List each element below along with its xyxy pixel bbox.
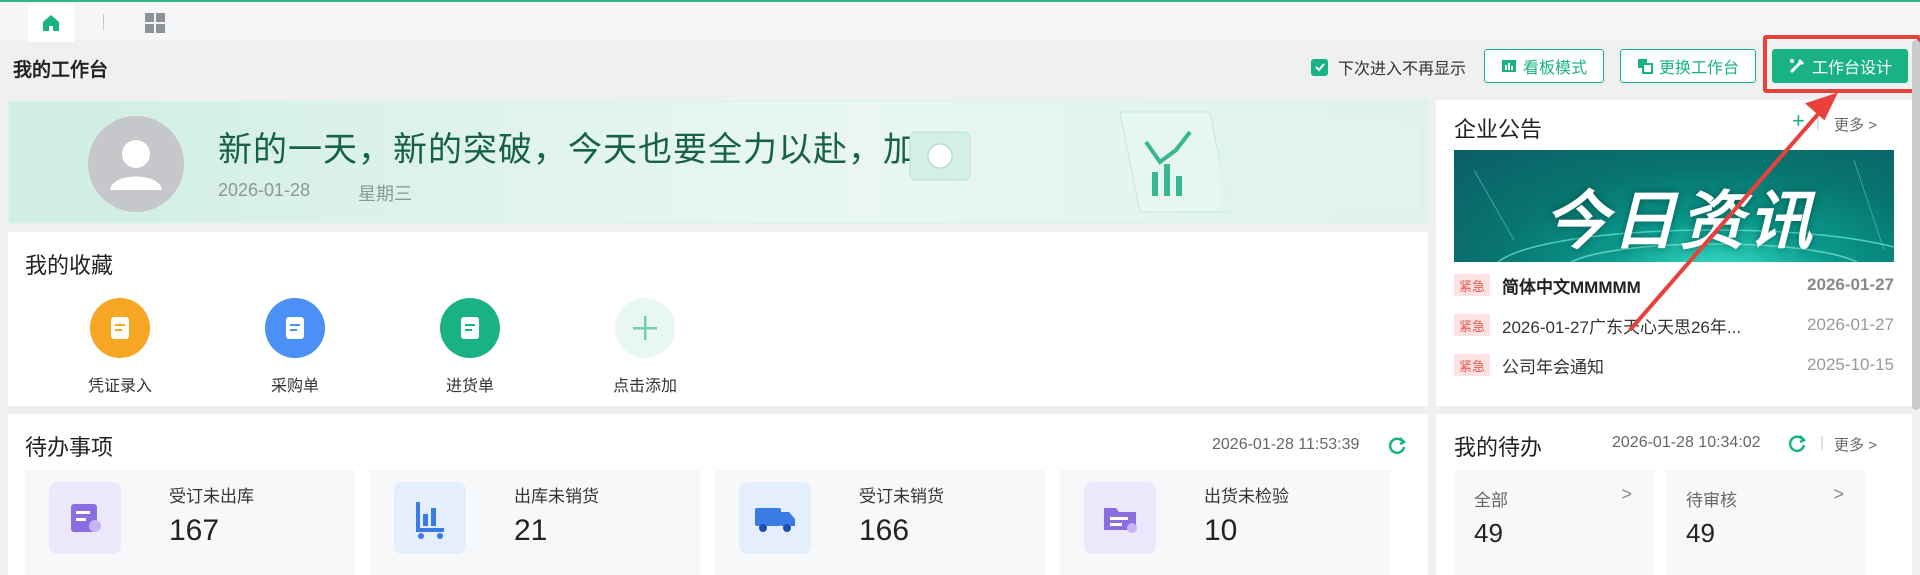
page-scrollbar[interactable] xyxy=(1912,40,1920,410)
annotation-arrow xyxy=(1628,92,1838,332)
